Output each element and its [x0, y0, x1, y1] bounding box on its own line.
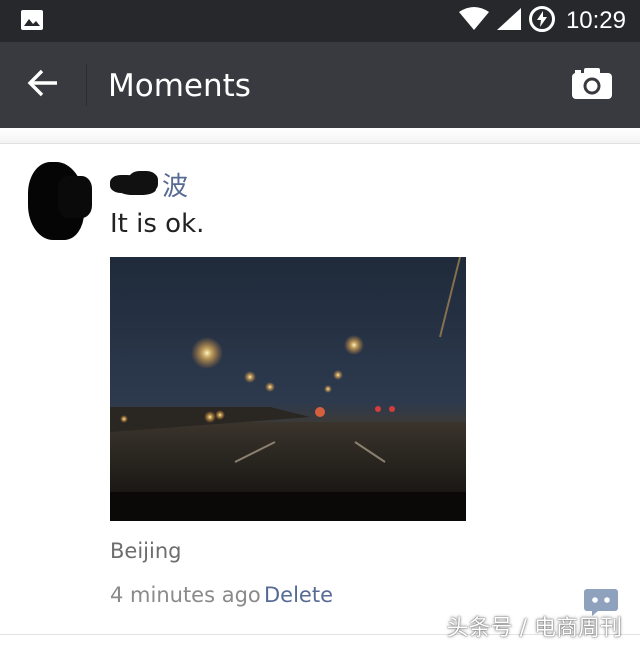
watermark: 头条号 / 电商周刊 [446, 616, 622, 641]
avatar[interactable] [22, 162, 96, 240]
camera-icon [571, 66, 613, 105]
post-photo[interactable] [110, 257, 466, 521]
toolbar-divider [86, 64, 87, 106]
image-notification-icon [20, 9, 44, 31]
post-text: It is ok. [110, 209, 205, 239]
location-link[interactable]: Beijing [110, 539, 181, 563]
poster-name[interactable]: 波 [110, 169, 188, 202]
battery-charging-icon [528, 5, 556, 38]
delete-button[interactable]: Delete [264, 583, 333, 607]
moment-post: 波 It is ok. Beijing 4 minutes ago Delete [0, 145, 640, 635]
post-timestamp: 4 minutes ago [110, 583, 261, 607]
page-title: Moments [108, 68, 251, 104]
app-bar: Moments [0, 42, 640, 128]
header-separator [0, 128, 640, 144]
back-arrow-icon [27, 69, 59, 102]
redacted-name [110, 171, 160, 197]
clock: 10:29 [565, 7, 626, 34]
wifi-icon [458, 6, 490, 36]
status-icons: 10:29 [458, 0, 626, 42]
back-button[interactable] [20, 64, 66, 106]
status-bar: 10:29 [0, 0, 640, 42]
poster-name-text: 波 [162, 171, 189, 202]
signal-icon [496, 7, 522, 36]
camera-button[interactable] [570, 66, 614, 104]
